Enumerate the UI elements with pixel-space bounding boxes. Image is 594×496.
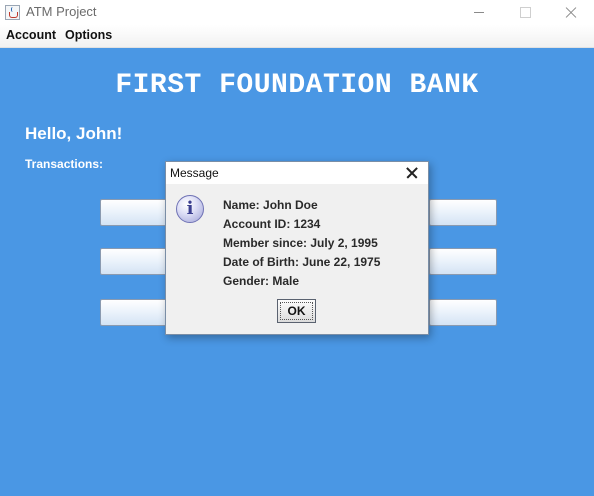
info-date-of-birth: Date of Birth: June 22, 1975 xyxy=(223,255,381,269)
greeting-label: Hello, John! xyxy=(25,124,123,143)
minimize-icon[interactable] xyxy=(456,0,502,25)
maximize-icon[interactable] xyxy=(502,0,548,25)
ok-button[interactable]: OK xyxy=(277,299,316,323)
info-member-since: Member since: July 2, 1995 xyxy=(223,236,378,250)
transaction-button[interactable] xyxy=(100,248,168,275)
transactions-label: Transactions: xyxy=(25,157,104,171)
info-gender: Gender: Male xyxy=(223,274,300,288)
menu-account[interactable]: Account xyxy=(6,28,56,42)
menu-options[interactable]: Options xyxy=(65,28,112,42)
account-info: Name: John Doe Account ID: 1234 Member s… xyxy=(223,197,380,292)
message-dialog: Message i Name: John Doe Account ID: 123… xyxy=(165,161,429,335)
bank-title: FIRST FOUNDATION BANK xyxy=(115,70,479,101)
transaction-button[interactable] xyxy=(100,299,168,326)
menu-bar: Account Options xyxy=(0,25,594,48)
dialog-title: Message xyxy=(170,166,219,180)
dialog-close-icon[interactable] xyxy=(404,165,420,181)
transaction-button[interactable] xyxy=(429,248,497,275)
transaction-button[interactable] xyxy=(429,199,497,226)
transaction-button[interactable] xyxy=(429,299,497,326)
java-app-icon xyxy=(5,5,20,20)
info-account-id: Account ID: 1234 xyxy=(223,217,321,231)
window-title: ATM Project xyxy=(26,4,97,19)
info-icon: i xyxy=(176,195,204,223)
transaction-button[interactable] xyxy=(100,199,168,226)
window-titlebar[interactable]: ATM Project xyxy=(0,0,594,25)
dialog-titlebar[interactable]: Message xyxy=(166,162,428,184)
close-icon[interactable] xyxy=(548,0,594,25)
info-name: Name: John Doe xyxy=(223,198,318,212)
